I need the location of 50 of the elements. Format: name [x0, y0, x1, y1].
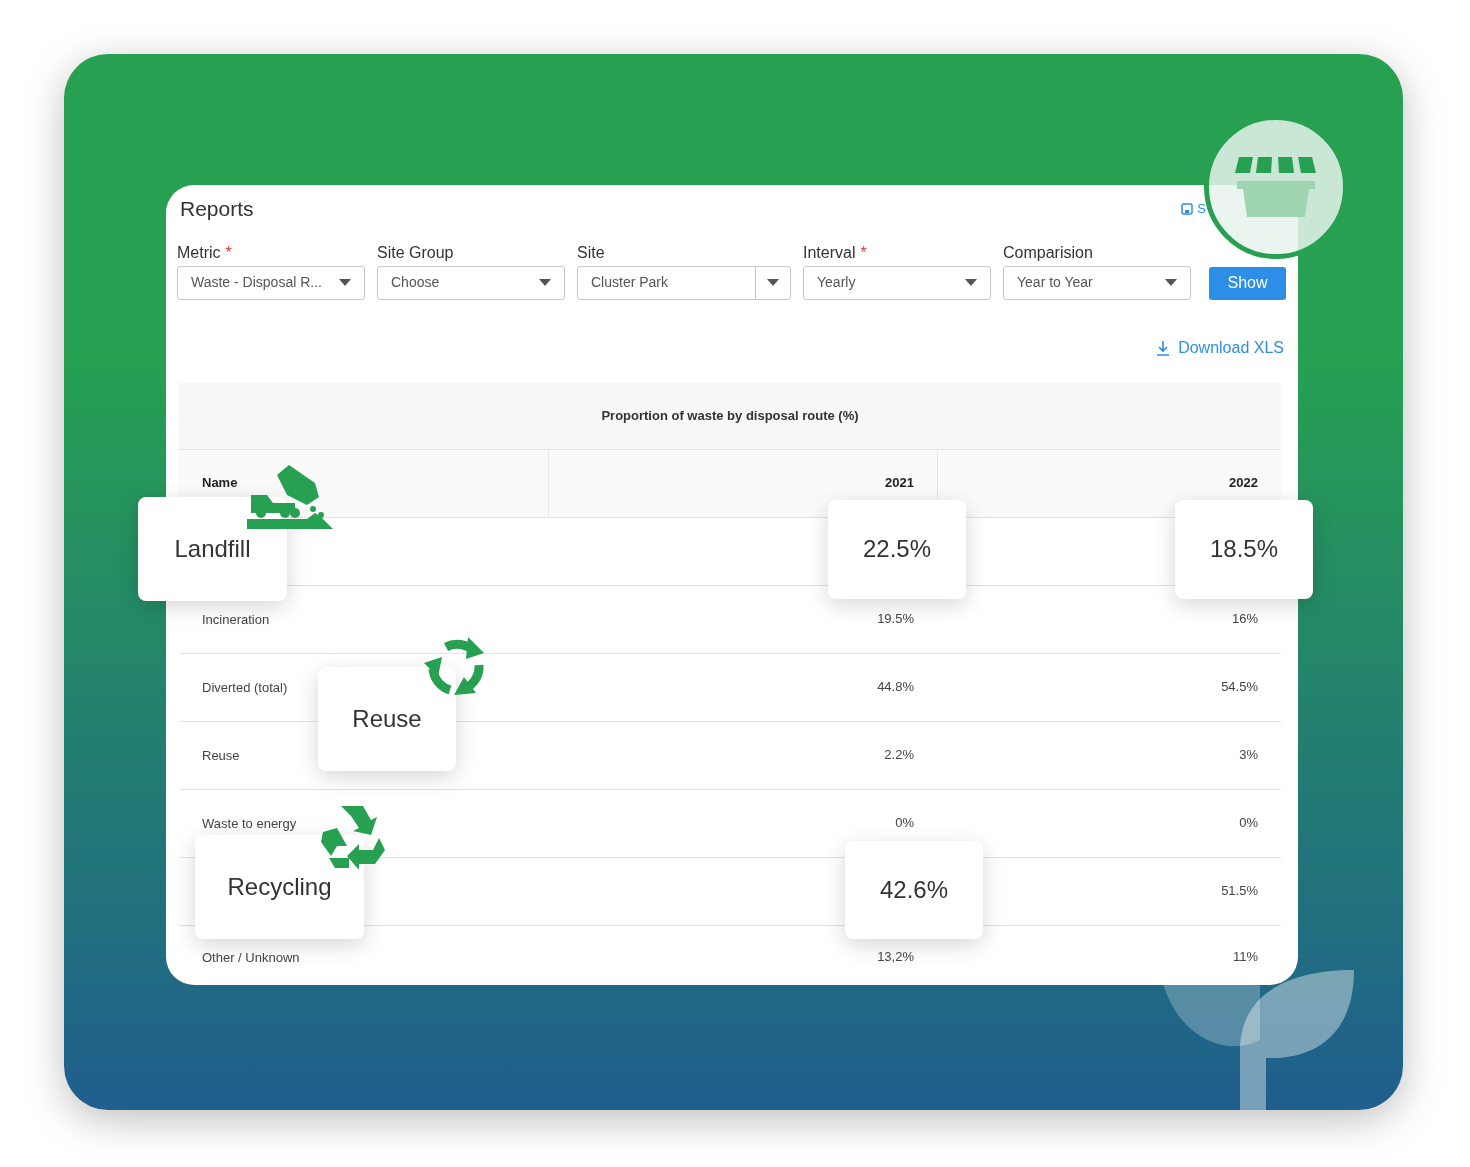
column-header: Name: [202, 474, 238, 493]
callout-text: 18.5%: [1209, 534, 1279, 564]
dropdown[interactable]: Yearly: [803, 265, 991, 300]
dump-truck-icon: [247, 464, 333, 529]
table-cell-text: 19.5%: [877, 610, 914, 629]
required-marker: *: [225, 242, 232, 263]
caret-icon: [965, 279, 977, 286]
table-cell-text: 16%: [1231, 610, 1258, 629]
callout-text: Landfill: [174, 533, 251, 564]
table-cell-text: 11%: [1232, 948, 1258, 967]
save-icon: [1181, 202, 1194, 215]
callout-text: Recycling: [227, 871, 332, 902]
table-cell-text: 0%: [895, 814, 914, 833]
dumpster-icon: [1235, 155, 1317, 219]
panel-title: Reports: [180, 196, 254, 222]
download-icon: [1156, 339, 1171, 356]
callout-text: 22.5%: [862, 534, 932, 564]
column-header: 2021: [885, 474, 914, 493]
table-cell-text: 51.5%: [1221, 882, 1258, 901]
saved-filters-link[interactable]: S: [1181, 199, 1206, 219]
filter-label: Metric: [177, 242, 221, 263]
download-link[interactable]: Download XLS: [1156, 335, 1284, 360]
table-title: Proportion of waste by disposal route (%): [601, 406, 859, 425]
required-marker: *: [860, 242, 867, 263]
dropdown[interactable]: Choose: [377, 265, 565, 300]
column-header: 2022: [1229, 474, 1258, 493]
filter-label: Site Group: [377, 242, 454, 263]
table-cell-text: 54.5%: [1221, 678, 1258, 697]
table-cell-text: 13,2%: [877, 948, 914, 967]
filter-label: Comparision: [1003, 242, 1093, 263]
caret-icon: [767, 279, 779, 286]
site-dropdown[interactable]: Cluster Park: [577, 265, 791, 300]
caret-icon: [1165, 279, 1177, 286]
table-cell: Reuse: [202, 748, 240, 763]
filter-label: Interval: [803, 242, 856, 263]
callout-text: Reuse: [352, 703, 422, 734]
dropdown[interactable]: Year to Year: [1003, 265, 1191, 300]
table-cell-text: 2.2%: [884, 746, 914, 765]
caret-icon: [339, 279, 351, 286]
table-cell-text: 44.8%: [877, 678, 914, 697]
caret-icon: [539, 279, 551, 286]
table-cell-text: 0%: [1239, 814, 1258, 833]
table-cell: Waste to energy: [202, 816, 297, 831]
callout-text: 42.6%: [879, 874, 949, 905]
table-cell: Other / Unknown: [202, 950, 300, 965]
table-cell: Diverted (total): [202, 680, 288, 695]
dropdown[interactable]: Waste - Disposal R...: [177, 265, 365, 300]
table-cell: Incineration: [202, 612, 270, 627]
filter-label: Site: [577, 242, 605, 263]
table-cell-text: 3%: [1239, 746, 1258, 765]
